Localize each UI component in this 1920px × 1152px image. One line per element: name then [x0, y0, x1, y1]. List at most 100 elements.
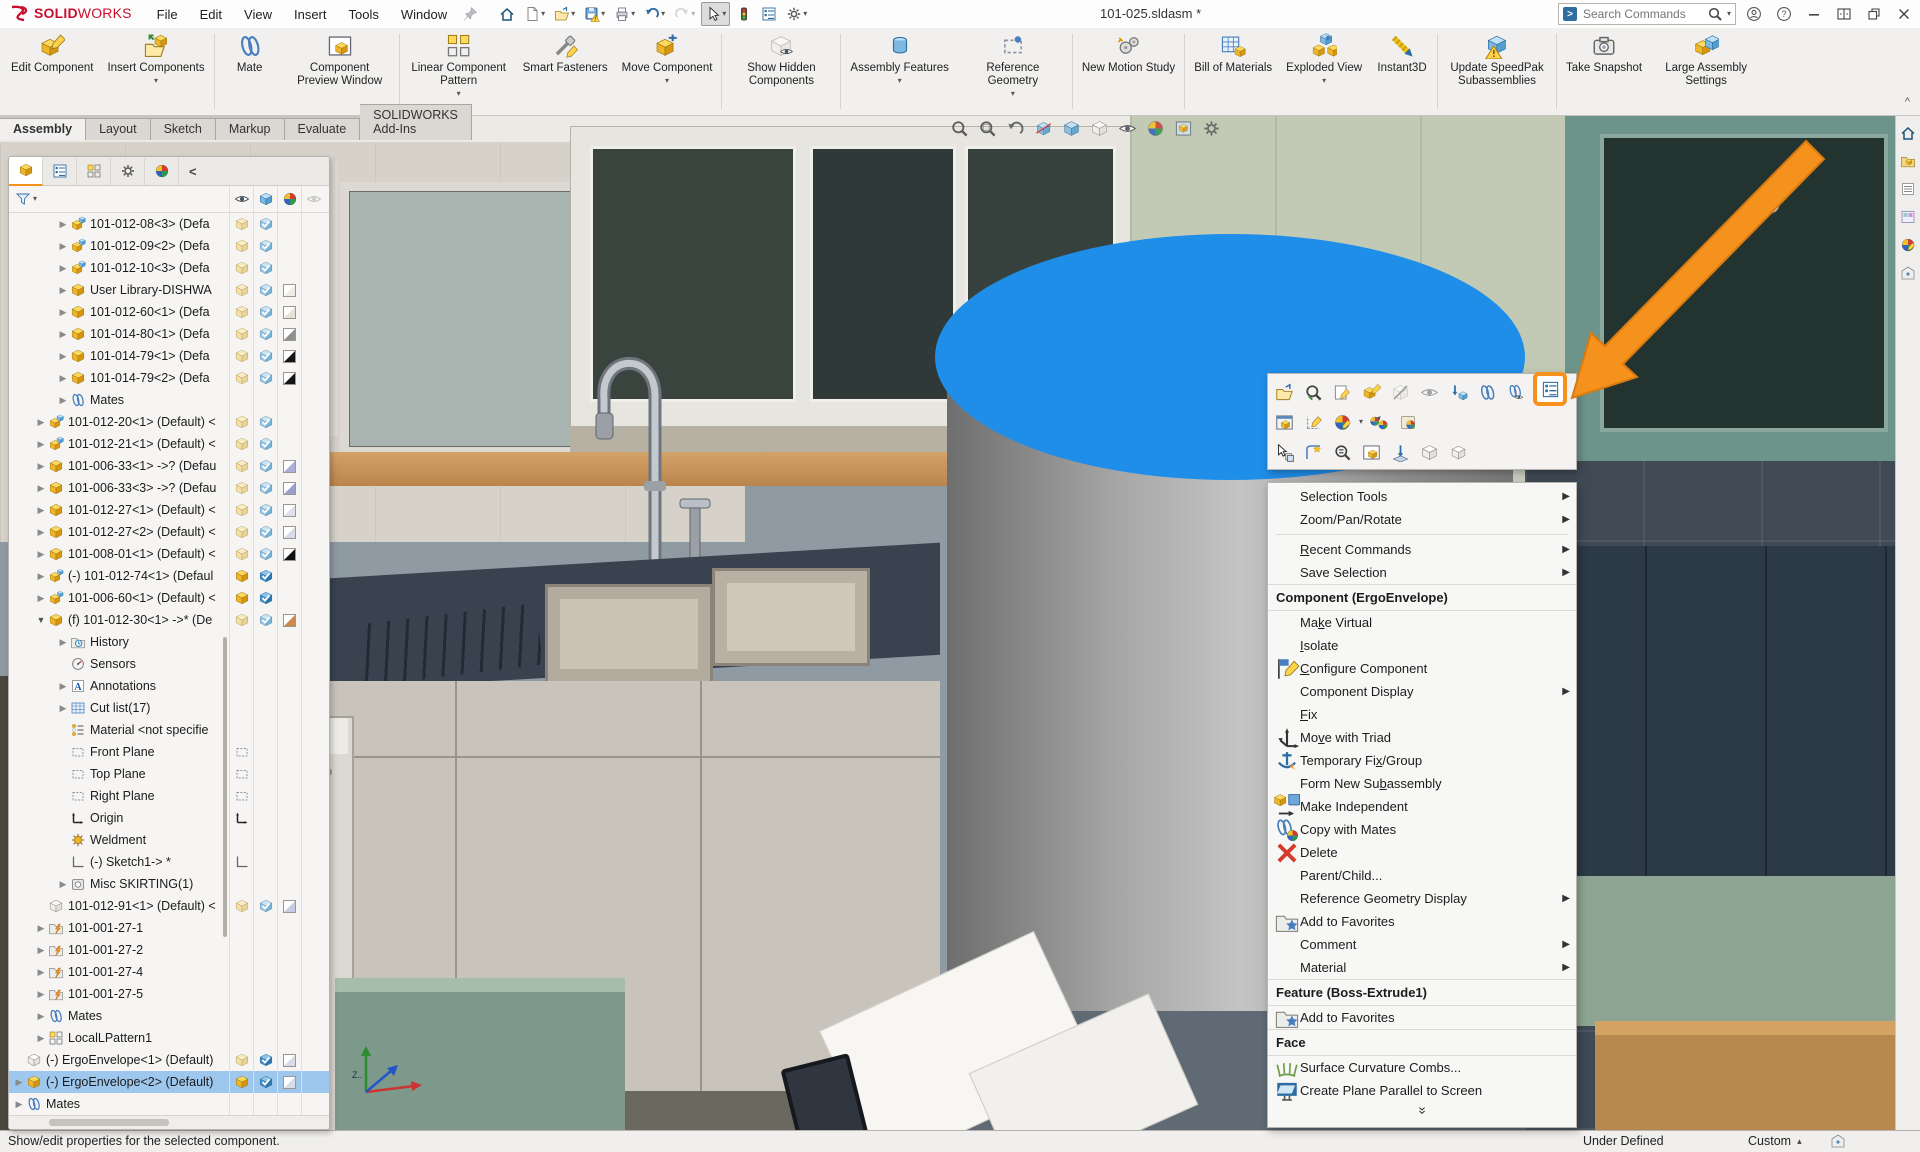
tree-item[interactable]: ▶(-) ErgoEnvelope<2> (Default)	[9, 1071, 329, 1093]
search-icon[interactable]	[1707, 6, 1723, 22]
hud-view-settings-button[interactable]	[1202, 119, 1221, 138]
tree-item[interactable]: Right Plane	[9, 785, 329, 807]
hud-zoom-fit-button[interactable]	[950, 119, 969, 138]
col_part-cell[interactable]	[229, 851, 253, 873]
col_appearance-cell[interactable]	[277, 1071, 301, 1093]
col_appearance-cell[interactable]	[277, 1027, 301, 1049]
ribbon-linear-pattern-button[interactable]: Linear Component Pattern▾	[402, 28, 516, 115]
col_appearance-cell[interactable]	[277, 961, 301, 983]
change-transparency-button[interactable]	[1388, 380, 1413, 405]
menu-item-configure-component[interactable]: Configure Component	[1268, 657, 1576, 680]
expand-collapsed-icon[interactable]: ▶	[57, 219, 69, 230]
col_part-cell[interactable]	[229, 257, 253, 279]
col_part-cell[interactable]	[229, 301, 253, 323]
hud-edit-appearance-button[interactable]	[1146, 119, 1165, 138]
help-button[interactable]: ?	[1774, 3, 1794, 25]
component-preview-button[interactable]	[1359, 440, 1384, 465]
col_part-cell[interactable]	[229, 653, 253, 675]
menu-item-comment[interactable]: Comment▶	[1268, 933, 1576, 956]
save-button[interactable]: ▾	[581, 3, 608, 25]
menu-item-fix[interactable]: Fix	[1268, 703, 1576, 726]
col_part-cell[interactable]	[229, 675, 253, 697]
hud-apply-scene-button[interactable]	[1174, 119, 1193, 138]
tab-markup[interactable]: Markup	[216, 118, 285, 140]
col_part-cell[interactable]	[229, 433, 253, 455]
edit-part-button[interactable]	[1359, 380, 1384, 405]
col_display-cell[interactable]	[253, 587, 277, 609]
tree-item[interactable]: ▶101-012-20<1> (Default) <	[9, 411, 329, 433]
hud-display-style-button[interactable]	[1090, 119, 1109, 138]
taskpane-view-palette-button[interactable]	[1900, 208, 1916, 226]
col_part-cell[interactable]	[229, 235, 253, 257]
col_appearance-cell[interactable]	[277, 587, 301, 609]
expand-collapsed-icon[interactable]: ▶	[57, 307, 69, 318]
menu-item-move-with-triad[interactable]: Move with Triad	[1268, 726, 1576, 749]
tree-item[interactable]: Origin	[9, 807, 329, 829]
ribbon-component-preview-button[interactable]: Component Preview Window	[283, 28, 397, 115]
col_display-cell[interactable]	[253, 851, 277, 873]
col_appearance-cell[interactable]	[277, 433, 301, 455]
col_display-cell[interactable]	[253, 961, 277, 983]
expand-collapsed-icon[interactable]: ▶	[35, 593, 47, 604]
appearance-swatch[interactable]	[283, 548, 296, 561]
taskpane-home-button[interactable]	[1900, 124, 1916, 142]
col_part-cell[interactable]	[229, 1071, 253, 1093]
tree-item[interactable]: Front Plane	[9, 741, 329, 763]
col_display-cell[interactable]	[253, 433, 277, 455]
expand-collapsed-icon[interactable]: ▶	[13, 1099, 25, 1110]
col_appearance-cell[interactable]	[277, 521, 301, 543]
tree-item[interactable]: ▶101-001-27-4	[9, 961, 329, 983]
menu-item-save-selection[interactable]: Save Selection▶	[1268, 561, 1576, 584]
col_display-cell[interactable]	[253, 807, 277, 829]
col_appearance-cell[interactable]	[277, 829, 301, 851]
tab-sketch[interactable]: Sketch	[151, 118, 216, 140]
assembly-features-dropdown-icon[interactable]: ▾	[898, 77, 902, 85]
user-button[interactable]	[1744, 3, 1764, 25]
tree-item[interactable]: Sensors	[9, 653, 329, 675]
col_part-cell[interactable]	[229, 631, 253, 653]
col_display-cell[interactable]	[253, 301, 277, 323]
col_part-cell[interactable]	[229, 917, 253, 939]
expand-collapsed-icon[interactable]: ▶	[35, 461, 47, 472]
col_part-cell[interactable]	[229, 323, 253, 345]
col_display-cell[interactable]	[253, 719, 277, 741]
col_display-cell[interactable]	[253, 1049, 277, 1071]
expand-collapsed-icon[interactable]: ▶	[13, 1077, 25, 1088]
appearances-dropdown-icon[interactable]: ▾	[1359, 418, 1363, 426]
create-sketch-button[interactable]	[1301, 440, 1326, 465]
new-doc-button[interactable]: ▾	[521, 3, 548, 25]
material-tag-icon[interactable]	[1830, 1133, 1846, 1149]
expand-collapsed-icon[interactable]: ▶	[57, 241, 69, 252]
col_appearance-cell[interactable]	[277, 1049, 301, 1071]
col_display-cell[interactable]	[253, 763, 277, 785]
col_part-cell[interactable]	[229, 1027, 253, 1049]
col_display-cell[interactable]	[253, 873, 277, 895]
col_part-cell[interactable]	[229, 367, 253, 389]
expand-collapsed-icon[interactable]: ▶	[35, 505, 47, 516]
col_display-cell[interactable]	[253, 257, 277, 279]
tree-item[interactable]: ▶LocalLPattern1	[9, 1027, 329, 1049]
menu-window[interactable]: Window	[392, 3, 456, 26]
taskpane-design-library-button[interactable]	[1900, 152, 1916, 170]
scene-sink-basin-2[interactable]	[712, 568, 870, 666]
col_appearance-cell[interactable]	[277, 257, 301, 279]
col_display-cell[interactable]	[253, 653, 277, 675]
exploded-view-dropdown-icon[interactable]: ▾	[1322, 77, 1326, 85]
col_part-cell[interactable]	[229, 411, 253, 433]
menu-item-delete[interactable]: Delete	[1268, 841, 1576, 864]
expand-collapsed-icon[interactable]: ▶	[57, 329, 69, 340]
col_appearance-cell[interactable]	[277, 609, 301, 631]
col_display-cell[interactable]	[253, 917, 277, 939]
col_part-cell[interactable]	[229, 213, 253, 235]
tree-item[interactable]: ▶101-006-33<3> ->? (Defau	[9, 477, 329, 499]
col_appearance-cell[interactable]	[277, 345, 301, 367]
col_appearance-cell[interactable]	[277, 565, 301, 587]
menu-item-component-display[interactable]: Component Display▶	[1268, 680, 1576, 703]
component-preview-window-button[interactable]	[1272, 410, 1297, 435]
menu-file[interactable]: File	[148, 3, 187, 26]
col_display-cell[interactable]	[253, 697, 277, 719]
tree-item[interactable]: ▶AAnnotations	[9, 675, 329, 697]
col_part-cell[interactable]	[229, 1093, 253, 1115]
col_part-cell[interactable]	[229, 543, 253, 565]
select-cursor-button[interactable]: ▾	[701, 2, 730, 26]
